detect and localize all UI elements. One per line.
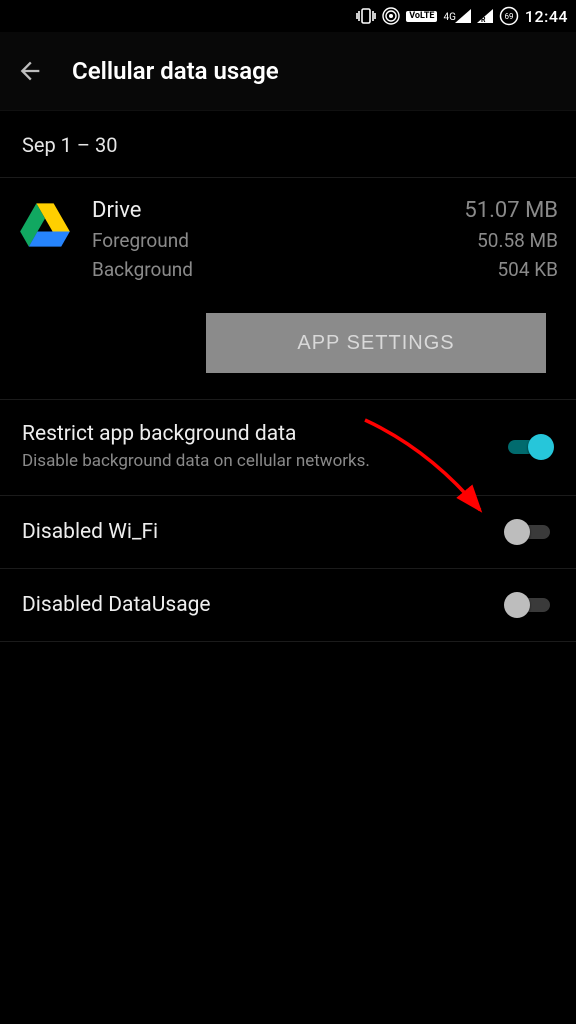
total-value: 51.07 MB xyxy=(464,198,558,223)
back-arrow-icon[interactable] xyxy=(16,57,44,85)
page-title: Cellular data usage xyxy=(72,57,279,85)
background-label: Background xyxy=(92,258,464,281)
setting-restrict-background[interactable]: Restrict app background data Disable bac… xyxy=(0,400,576,496)
background-value: 504 KB xyxy=(464,258,558,281)
google-drive-icon xyxy=(18,198,72,252)
setting-title: Disabled DataUsage xyxy=(22,593,488,617)
toggle-restrict-background[interactable] xyxy=(504,433,554,461)
app-name: Drive xyxy=(92,198,464,223)
status-bar: VoLTE 4G R 69 12:44 xyxy=(0,0,576,32)
setting-disabled-datausage[interactable]: Disabled DataUsage xyxy=(0,569,576,642)
battery-text: 69 xyxy=(504,12,513,21)
volte-badge: VoLTE xyxy=(406,11,437,22)
battery-icon: 69 xyxy=(499,6,519,26)
setting-title: Disabled Wi_Fi xyxy=(22,520,488,544)
foreground-value: 50.58 MB xyxy=(464,229,558,252)
clock: 12:44 xyxy=(525,7,568,26)
hotspot-icon xyxy=(382,7,400,25)
signal-roaming-icon: R xyxy=(477,9,493,23)
svg-text:R: R xyxy=(481,16,486,23)
app-settings-button[interactable]: APP SETTINGS xyxy=(206,313,546,373)
date-range[interactable]: Sep 1 – 30 xyxy=(0,111,576,178)
setting-title: Restrict app background data xyxy=(22,422,488,446)
toggle-disabled-wifi[interactable] xyxy=(504,518,554,546)
vibrate-icon xyxy=(356,7,376,25)
signal-4g-icon: 4G xyxy=(443,9,470,23)
setting-subtitle: Disable background data on cellular netw… xyxy=(22,450,382,473)
app-usage-summary: Drive Foreground Background 51.07 MB 50.… xyxy=(0,178,576,303)
setting-disabled-wifi[interactable]: Disabled Wi_Fi xyxy=(0,496,576,569)
foreground-label: Foreground xyxy=(92,229,464,252)
toggle-disabled-datausage[interactable] xyxy=(504,591,554,619)
app-bar: Cellular data usage xyxy=(0,32,576,110)
